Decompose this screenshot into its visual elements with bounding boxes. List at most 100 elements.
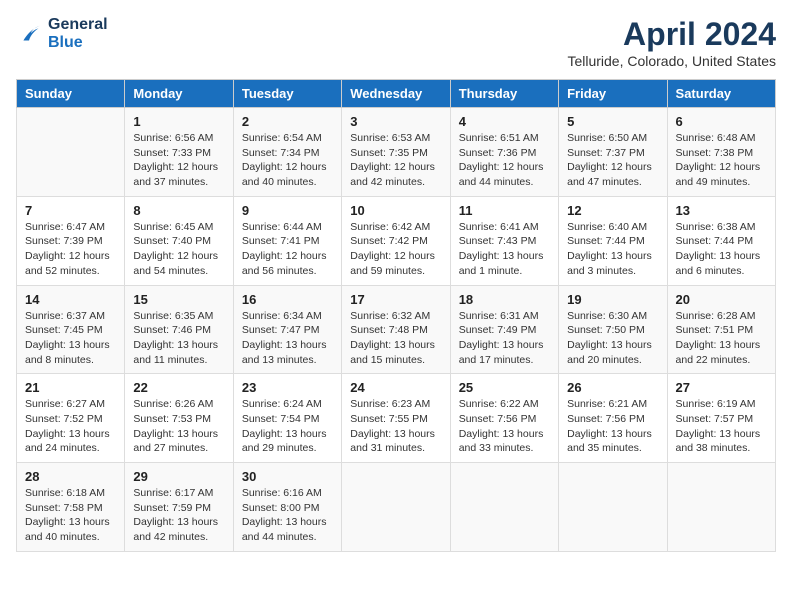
- calendar-week-row: 1 Sunrise: 6:56 AMSunset: 7:33 PMDaylight…: [17, 108, 776, 197]
- day-info: Sunrise: 6:28 AMSunset: 7:51 PMDaylight:…: [676, 309, 767, 368]
- day-info: Sunrise: 6:31 AMSunset: 7:49 PMDaylight:…: [459, 309, 550, 368]
- day-number: 1: [133, 114, 224, 129]
- calendar-cell: 18 Sunrise: 6:31 AMSunset: 7:49 PMDayligh…: [450, 285, 558, 374]
- calendar-cell: 20 Sunrise: 6:28 AMSunset: 7:51 PMDayligh…: [667, 285, 775, 374]
- calendar-cell: 3Sunrise: 6:53 AMSunset: 7:35 PMDaylight…: [342, 108, 450, 197]
- weekday-header: Thursday: [450, 80, 558, 108]
- calendar-cell: 5Sunrise: 6:50 AMSunset: 7:37 PMDaylight…: [559, 108, 667, 197]
- calendar-cell: 15 Sunrise: 6:35 AMSunset: 7:46 PMDayligh…: [125, 285, 233, 374]
- day-info: Sunrise: 6:56 AMSunset: 7:33 PMDaylight:…: [133, 131, 224, 190]
- day-number: 29: [133, 469, 224, 484]
- calendar-cell: 14Sunrise: 6:37 AMSunset: 7:45 PMDayligh…: [17, 285, 125, 374]
- day-number: 2: [242, 114, 333, 129]
- page-subtitle: Telluride, Colorado, United States: [567, 53, 776, 69]
- day-info: Sunrise: 6:47 AMSunset: 7:39 PMDaylight:…: [25, 220, 116, 279]
- day-info: Sunrise: 6:30 AMSunset: 7:50 PMDaylight:…: [567, 309, 658, 368]
- calendar-cell: 24 Sunrise: 6:23 AMSunset: 7:55 PMDayligh…: [342, 374, 450, 463]
- day-info: Sunrise: 6:37 AMSunset: 7:45 PMDaylight:…: [25, 309, 116, 368]
- calendar-cell: [559, 463, 667, 552]
- day-number: 20: [676, 292, 767, 307]
- weekday-header: Wednesday: [342, 80, 450, 108]
- day-number: 13: [676, 203, 767, 218]
- day-number: 18: [459, 292, 550, 307]
- calendar-cell: 7 Sunrise: 6:47 AMSunset: 7:39 PMDaylight…: [17, 196, 125, 285]
- title-area: April 2024 Telluride, Colorado, United S…: [567, 16, 776, 69]
- day-info: Sunrise: 6:32 AMSunset: 7:48 PMDaylight:…: [350, 309, 441, 368]
- calendar-cell: [450, 463, 558, 552]
- day-number: 9: [242, 203, 333, 218]
- day-number: 26: [567, 380, 658, 395]
- calendar-cell: 13 Sunrise: 6:38 AMSunset: 7:44 PMDayligh…: [667, 196, 775, 285]
- day-number: 8: [133, 203, 224, 218]
- calendar-cell: 4Sunrise: 6:51 AMSunset: 7:36 PMDaylight…: [450, 108, 558, 197]
- logo: General Blue: [16, 16, 108, 52]
- day-number: 6: [676, 114, 767, 129]
- calendar-cell: [17, 108, 125, 197]
- day-number: 7: [25, 203, 116, 218]
- calendar-cell: 25 Sunrise: 6:22 AMSunset: 7:56 PMDayligh…: [450, 374, 558, 463]
- calendar-cell: 19Sunrise: 6:30 AMSunset: 7:50 PMDayligh…: [559, 285, 667, 374]
- day-info: Sunrise: 6:38 AMSunset: 7:44 PMDaylight:…: [676, 220, 767, 279]
- calendar-cell: 28 Sunrise: 6:18 AMSunset: 7:58 PMDayligh…: [17, 463, 125, 552]
- calendar-cell: 1 Sunrise: 6:56 AMSunset: 7:33 PMDaylight…: [125, 108, 233, 197]
- day-info: Sunrise: 6:22 AMSunset: 7:56 PMDaylight:…: [459, 397, 550, 456]
- calendar-cell: 29 Sunrise: 6:17 AMSunset: 7:59 PMDayligh…: [125, 463, 233, 552]
- day-number: 22: [133, 380, 224, 395]
- calendar-week-row: 7 Sunrise: 6:47 AMSunset: 7:39 PMDaylight…: [17, 196, 776, 285]
- day-info: Sunrise: 6:45 AMSunset: 7:40 PMDaylight:…: [133, 220, 224, 279]
- day-number: 24: [350, 380, 441, 395]
- calendar-cell: 8 Sunrise: 6:45 AMSunset: 7:40 PMDaylight…: [125, 196, 233, 285]
- day-info: Sunrise: 6:23 AMSunset: 7:55 PMDaylight:…: [350, 397, 441, 456]
- weekday-header: Monday: [125, 80, 233, 108]
- day-info: Sunrise: 6:44 AMSunset: 7:41 PMDaylight:…: [242, 220, 333, 279]
- day-number: 25: [459, 380, 550, 395]
- calendar-week-row: 21 Sunrise: 6:27 AMSunset: 7:52 PMDayligh…: [17, 374, 776, 463]
- day-number: 17: [350, 292, 441, 307]
- day-info: Sunrise: 6:42 AMSunset: 7:42 PMDaylight:…: [350, 220, 441, 279]
- calendar-cell: 16 Sunrise: 6:34 AMSunset: 7:47 PMDayligh…: [233, 285, 341, 374]
- weekday-header: Friday: [559, 80, 667, 108]
- logo-icon: [16, 20, 44, 48]
- day-info: Sunrise: 6:35 AMSunset: 7:46 PMDaylight:…: [133, 309, 224, 368]
- day-info: Sunrise: 6:21 AMSunset: 7:56 PMDaylight:…: [567, 397, 658, 456]
- day-number: 21: [25, 380, 116, 395]
- calendar-cell: [667, 463, 775, 552]
- calendar-week-row: 28 Sunrise: 6:18 AMSunset: 7:58 PMDayligh…: [17, 463, 776, 552]
- page-title: April 2024: [567, 16, 776, 53]
- day-number: 28: [25, 469, 116, 484]
- weekday-header: Tuesday: [233, 80, 341, 108]
- day-number: 27: [676, 380, 767, 395]
- calendar-cell: 12Sunrise: 6:40 AMSunset: 7:44 PMDayligh…: [559, 196, 667, 285]
- day-info: Sunrise: 6:16 AMSunset: 8:00 PMDaylight:…: [242, 486, 333, 545]
- day-info: Sunrise: 6:26 AMSunset: 7:53 PMDaylight:…: [133, 397, 224, 456]
- calendar-cell: 2Sunrise: 6:54 AMSunset: 7:34 PMDaylight…: [233, 108, 341, 197]
- day-number: 30: [242, 469, 333, 484]
- calendar-cell: [342, 463, 450, 552]
- day-info: Sunrise: 6:40 AMSunset: 7:44 PMDaylight:…: [567, 220, 658, 279]
- day-info: Sunrise: 6:19 AMSunset: 7:57 PMDaylight:…: [676, 397, 767, 456]
- weekday-header-row: SundayMondayTuesdayWednesdayThursdayFrid…: [17, 80, 776, 108]
- header: General Blue April 2024 Telluride, Color…: [16, 16, 776, 69]
- day-info: Sunrise: 6:27 AMSunset: 7:52 PMDaylight:…: [25, 397, 116, 456]
- calendar-cell: 27 Sunrise: 6:19 AMSunset: 7:57 PMDayligh…: [667, 374, 775, 463]
- day-info: Sunrise: 6:51 AMSunset: 7:36 PMDaylight:…: [459, 131, 550, 190]
- day-info: Sunrise: 6:18 AMSunset: 7:58 PMDaylight:…: [25, 486, 116, 545]
- day-info: Sunrise: 6:41 AMSunset: 7:43 PMDaylight:…: [459, 220, 550, 279]
- weekday-header: Sunday: [17, 80, 125, 108]
- calendar-cell: 22 Sunrise: 6:26 AMSunset: 7:53 PMDayligh…: [125, 374, 233, 463]
- day-number: 23: [242, 380, 333, 395]
- logo-text: General Blue: [48, 16, 108, 52]
- calendar-cell: 30 Sunrise: 6:16 AMSunset: 8:00 PMDayligh…: [233, 463, 341, 552]
- day-info: Sunrise: 6:17 AMSunset: 7:59 PMDaylight:…: [133, 486, 224, 545]
- calendar-cell: 9 Sunrise: 6:44 AMSunset: 7:41 PMDaylight…: [233, 196, 341, 285]
- day-info: Sunrise: 6:24 AMSunset: 7:54 PMDaylight:…: [242, 397, 333, 456]
- day-number: 10: [350, 203, 441, 218]
- weekday-header: Saturday: [667, 80, 775, 108]
- day-number: 16: [242, 292, 333, 307]
- calendar-cell: 21 Sunrise: 6:27 AMSunset: 7:52 PMDayligh…: [17, 374, 125, 463]
- calendar-cell: 23 Sunrise: 6:24 AMSunset: 7:54 PMDayligh…: [233, 374, 341, 463]
- day-number: 15: [133, 292, 224, 307]
- calendar-week-row: 14Sunrise: 6:37 AMSunset: 7:45 PMDayligh…: [17, 285, 776, 374]
- day-info: Sunrise: 6:34 AMSunset: 7:47 PMDaylight:…: [242, 309, 333, 368]
- day-info: Sunrise: 6:48 AMSunset: 7:38 PMDaylight:…: [676, 131, 767, 190]
